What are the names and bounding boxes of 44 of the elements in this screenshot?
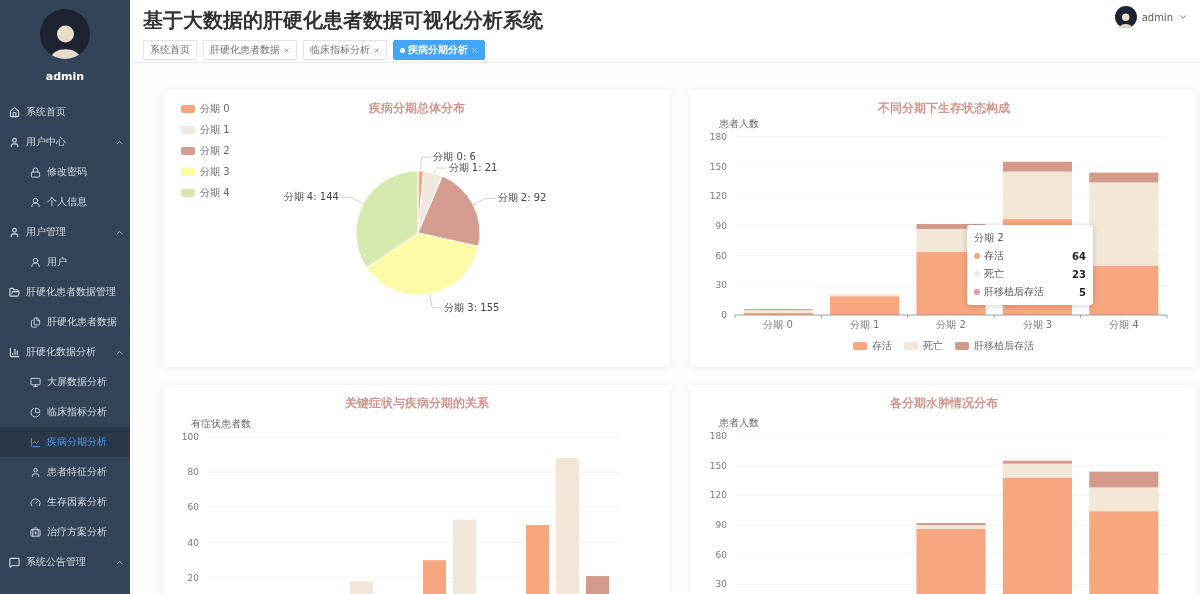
tooltip-value: 64 [1072, 250, 1086, 262]
axis-tick-label: 150 [709, 460, 727, 471]
tooltip-label: 肝移植后存活 [984, 285, 1045, 299]
tooltip-value: 5 [1079, 286, 1086, 298]
axis-tick-label: 30 [715, 579, 727, 590]
chart-title: 疾病分期总体分布 [368, 101, 465, 116]
axis-tick-label: 分期 4 [1109, 319, 1139, 330]
axis-tick-label: 60 [187, 502, 199, 513]
user-name: admin [44, 70, 86, 83]
axis-title: 有症状患者数 [191, 418, 251, 429]
axis-tick-label: 80 [187, 467, 199, 478]
axis-tick-label: 120 [709, 490, 727, 501]
axis-tick-label: 90 [715, 520, 727, 530]
data-label: 分期 3: 155 [444, 301, 500, 313]
axis-tick-label: 180 [709, 431, 727, 441]
axis-tick-label: 60 [715, 549, 727, 560]
tooltip-label: 死亡 [984, 267, 1005, 281]
axis-title: 患者人数 [719, 118, 759, 129]
chart-title: 各分期水肿情况分布 [889, 396, 998, 411]
axis-tick-label: 90 [715, 221, 727, 231]
axis-tick-label: 150 [709, 161, 727, 172]
tooltip-label: 存活 [984, 249, 1005, 263]
axis-title: 患者人数 [719, 417, 759, 428]
data-label: 分期 2: 92 [497, 192, 547, 204]
page-title: 基于大数据的肝硬化患者数据可视化分析系统 [143, 7, 543, 34]
axis-tick-label: 120 [709, 191, 727, 202]
data-label: 分期 0: 6 [433, 151, 476, 163]
axis-tick-label: 20 [187, 572, 199, 583]
axis-tick-label: 40 [187, 537, 199, 548]
axis-tick-label: 180 [709, 132, 727, 142]
axis-tick-label: 60 [715, 250, 727, 261]
tooltip-value: 23 [1072, 268, 1086, 280]
data-label: 分期 1: 21 [448, 162, 498, 174]
chart-title: 不同分期下生存状态构成 [877, 101, 1010, 116]
data-label: 分期 4: 144 [283, 191, 339, 203]
axis-tick-label: 分期 2 [936, 319, 966, 330]
axis-tick-label: 分期 3 [1022, 319, 1053, 330]
axis-tick-label: 100 [181, 432, 199, 442]
axis-tick-label: 0 [721, 310, 727, 320]
tooltip-title: 分期 2 [974, 231, 1005, 245]
axis-tick-label: 分期 1 [849, 319, 880, 330]
axis-tick-label: 30 [715, 280, 727, 291]
chart-title: 关键症状与疾病分期的关系 [344, 396, 489, 411]
axis-tick-label: 分期 0 [763, 319, 793, 330]
